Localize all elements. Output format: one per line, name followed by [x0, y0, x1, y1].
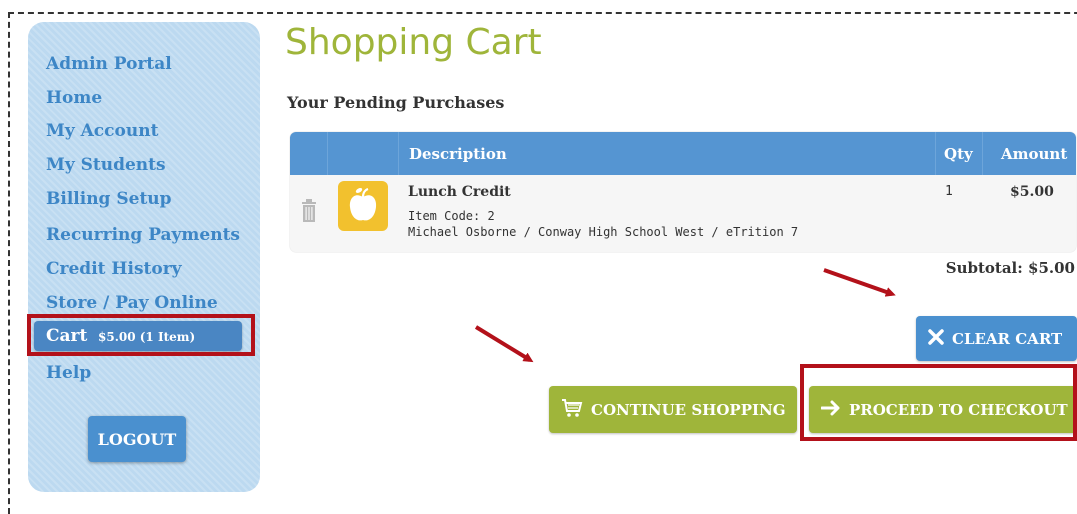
annotation-arrow: [823, 268, 896, 297]
annotation-arrows: [474, 268, 896, 363]
annotation-arrow: [474, 325, 534, 363]
